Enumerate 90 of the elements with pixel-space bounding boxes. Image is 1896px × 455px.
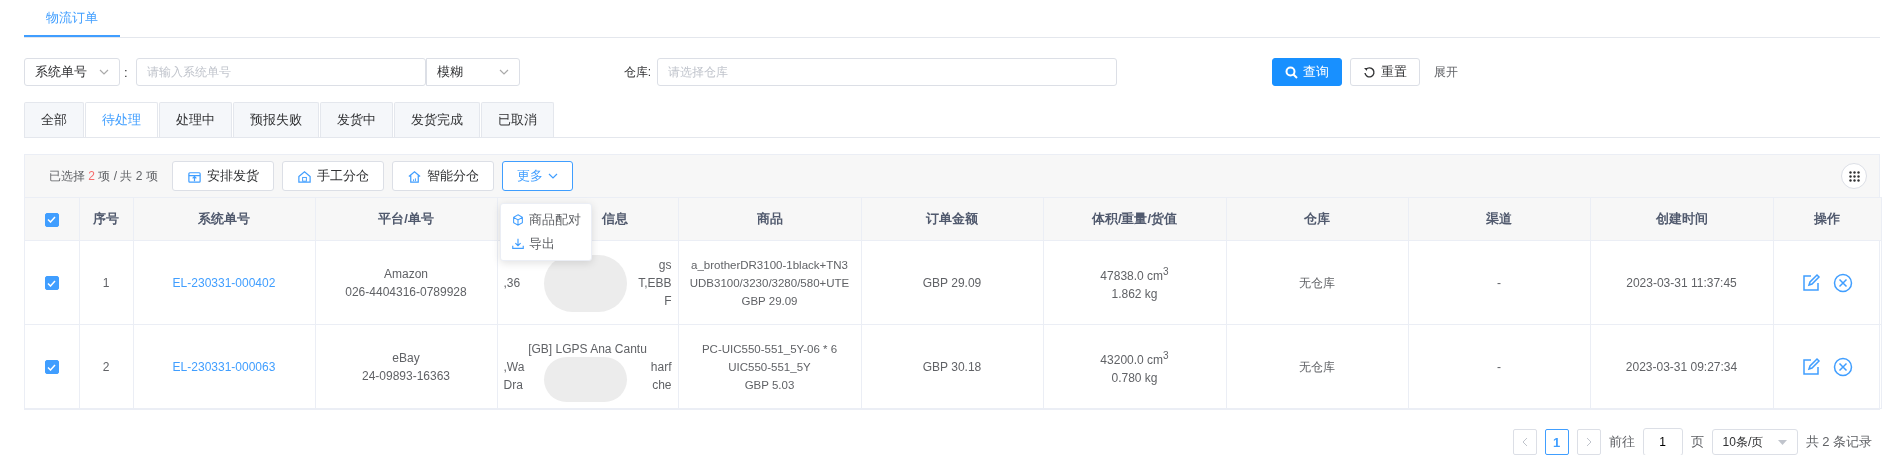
- column-header: 仓库: [1304, 211, 1330, 226]
- chevron-right-icon: [1585, 437, 1592, 447]
- table-cell: 2023-03-31 11:37:45: [1626, 275, 1737, 290]
- house-icon: [296, 168, 312, 184]
- edit-icon[interactable]: [1801, 272, 1821, 293]
- table-cell: 2: [102, 359, 110, 374]
- selection-count: 已选择 2 项 / 共 2 项: [49, 167, 158, 185]
- status-tab[interactable]: 处理中: [159, 102, 232, 137]
- edit-icon[interactable]: [1801, 356, 1821, 377]
- chevron-down-icon: [547, 173, 558, 179]
- column-header: 商品: [756, 211, 783, 226]
- status-tab[interactable]: 发货完成: [394, 102, 480, 137]
- column-header: 序号: [93, 211, 119, 226]
- table-cell: 1: [102, 275, 110, 290]
- table-cell-text: Dra: [503, 376, 523, 394]
- table-cell-text: PC-UIC550-551_5Y-06 * 6: [700, 341, 839, 357]
- toolbar-button[interactable]: 手工分仓: [281, 161, 384, 191]
- order-input-field[interactable]: 请输入系统单号: [135, 58, 426, 86]
- expand-link[interactable]: 展开: [1433, 63, 1458, 81]
- table-cell-text: UDB3100/3230/3280/580+UTE: [688, 275, 851, 291]
- checkbox[interactable]: [44, 276, 59, 291]
- column-settings-button[interactable]: [1841, 163, 1867, 189]
- column-header: 平台/单号: [378, 211, 434, 226]
- table-cell-text: gs: [658, 256, 672, 274]
- table-cell-text: che: [652, 376, 672, 394]
- toolbar-button[interactable]: 安排发货: [171, 161, 274, 191]
- column-header: 渠道: [1486, 211, 1512, 226]
- column-header: 创建时间: [1655, 211, 1708, 226]
- column-header: 操作: [1814, 211, 1840, 226]
- table-cell-text: ,36: [503, 274, 521, 292]
- cancel-icon[interactable]: [1833, 356, 1853, 377]
- column-header: 订单金额: [926, 211, 978, 226]
- status-tab[interactable]: 已取消: [481, 102, 554, 137]
- page-unit-label: 页: [1690, 433, 1704, 451]
- field-select[interactable]: 系统单号: [24, 58, 120, 86]
- table-cell: -: [1497, 275, 1501, 290]
- menu-item[interactable]: 导出: [501, 232, 591, 256]
- page-input-field[interactable]: 1: [1642, 428, 1683, 455]
- table-cell: 无仓库: [1299, 275, 1335, 290]
- table-cell-text: ,Wa: [503, 358, 525, 376]
- chevron-left-icon: [1521, 437, 1528, 447]
- table-cell-text: Amazon: [383, 265, 429, 283]
- toolbar-button[interactable]: 智能分仓: [391, 161, 494, 191]
- table-cell-text: 1.862 kg: [1110, 285, 1159, 303]
- table-cell-text: harf: [650, 358, 672, 376]
- column-header: 体积/重量/货值: [1091, 211, 1178, 226]
- chevron-down-icon: [498, 69, 509, 75]
- menu-item[interactable]: 商品配对: [501, 208, 591, 232]
- table-cell-text: T,EBB: [638, 274, 672, 292]
- cube-icon: [511, 213, 525, 227]
- separator: :: [124, 64, 128, 80]
- table-cell: 无仓库: [1299, 359, 1335, 374]
- total-count: 共 2 条记录: [1805, 433, 1872, 451]
- table-cell-text: 0.780 kg: [1110, 369, 1159, 387]
- refresh-icon: [1362, 65, 1376, 79]
- table-cell-text: GBP 5.03: [743, 377, 796, 393]
- table-cell: -: [1497, 359, 1501, 374]
- checkbox[interactable]: [44, 360, 59, 375]
- table-cell-text: 47838.0 cm$^{3}$: [1099, 264, 1170, 285]
- goto-label: 前往: [1608, 433, 1635, 451]
- status-tab[interactable]: 预报失败: [233, 102, 319, 137]
- checkbox[interactable]: [44, 212, 59, 227]
- status-tab[interactable]: 全部: [24, 102, 84, 137]
- cancel-icon[interactable]: [1833, 272, 1853, 293]
- reset-button[interactable]: 重置: [1349, 58, 1420, 86]
- match-select[interactable]: 模糊: [425, 58, 520, 86]
- warehouse-label: 仓库:: [623, 63, 651, 81]
- table-cell-text: UIC550-551_5Y: [727, 359, 812, 375]
- status-tab[interactable]: 发货中: [320, 102, 393, 137]
- table-cell: 2023-03-31 09:27:34: [1625, 359, 1738, 374]
- table-cell-text: GBP 29.09: [740, 293, 799, 309]
- column-header: 系统单号: [198, 211, 250, 226]
- table-cell: GBP 29.09: [922, 275, 982, 290]
- table-cell: GBP 30.18: [922, 359, 982, 374]
- table-cell-text: a_brotherDR3100-1black+TN3: [690, 257, 849, 273]
- caret-down-icon: [1777, 439, 1787, 445]
- page-size-select[interactable]: 10条/页: [1711, 429, 1798, 455]
- table-cell: [GB] LGPS Ana Cantu: [528, 341, 647, 356]
- chevron-down-icon: [99, 69, 109, 75]
- table-cell-text: 24-09893-16363: [360, 367, 452, 385]
- table-cell-text: eBay: [391, 349, 421, 367]
- download-icon: [511, 237, 525, 251]
- column-header: 信息: [601, 211, 628, 226]
- warehouse-input-field[interactable]: 请选择仓库: [656, 58, 1117, 86]
- house-icon: [406, 168, 422, 184]
- search-icon: [1284, 65, 1298, 79]
- table-cell-text: 026-4404316-0789928: [344, 283, 468, 301]
- table-cell-text: F: [664, 292, 672, 310]
- table-cell-text: 43200.0 cm$^{3}$: [1099, 348, 1170, 369]
- grid-dots-icon: [1848, 170, 1860, 182]
